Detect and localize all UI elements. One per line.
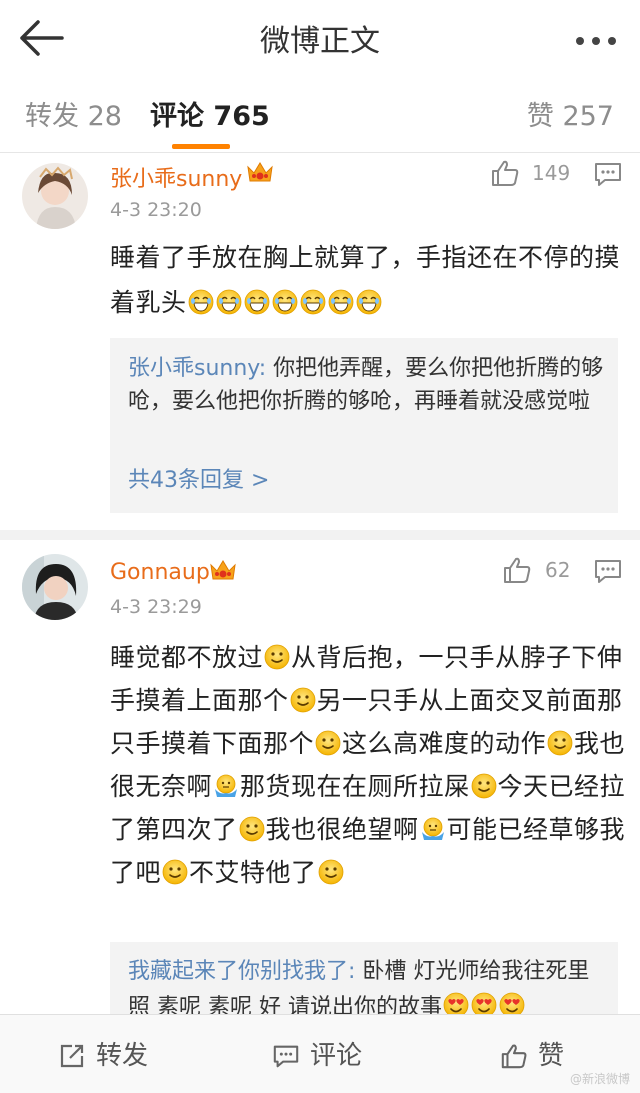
- laughing-emoji-icon: [356, 284, 382, 315]
- comment-time: 4-3 23:29: [110, 596, 202, 618]
- thumbs-up-icon[interactable]: [490, 159, 520, 187]
- comment-body-part: 我也很绝望啊: [265, 815, 419, 844]
- laughing-emoji-icon: [328, 284, 354, 315]
- comment-body-part: 那货现在在厕所拉屎: [240, 772, 470, 801]
- tab-repost-count: 28: [87, 101, 122, 132]
- laughing-emoji-icon: [272, 284, 298, 315]
- watermark: @新浪微博: [569, 1072, 630, 1086]
- view-all-replies-link[interactable]: 共43条回复 >: [128, 462, 269, 494]
- smile-emoji-icon: [315, 726, 341, 756]
- comment-label: 评论: [310, 1041, 363, 1071]
- smile-emoji-icon: [318, 855, 344, 885]
- tab-bar: 转发 28 评论 765 赞 257: [0, 74, 640, 153]
- comment-item: 张小乖sunny 4-3 23:20 149 睡着了手放在胸上就算了，手指还在不…: [0, 153, 640, 530]
- reply-comment-icon[interactable]: [593, 558, 623, 584]
- heart-eyes-emoji-icon: [471, 992, 497, 1014]
- shrug-emoji-icon: [420, 812, 446, 840]
- reply-preview-text: 张小乖sunny: 你把他弄醒，要么你把他折腾的够呛，要么他把你折腾的够呛，再睡…: [128, 352, 604, 418]
- tab-repost-label: 转发: [25, 101, 79, 132]
- like-count: 149: [532, 161, 571, 185]
- repost-button[interactable]: 转发: [58, 1035, 148, 1072]
- tab-repost[interactable]: 转发 28: [25, 94, 122, 133]
- tab-comments[interactable]: 评论 765: [150, 94, 270, 133]
- smile-emoji-icon: [471, 769, 497, 799]
- tab-likes-count: 257: [562, 101, 614, 132]
- shrug-emoji-icon: [213, 769, 239, 797]
- laughing-emoji-icon: [216, 284, 242, 315]
- thumbs-up-icon: [501, 1044, 527, 1069]
- divider: [0, 530, 640, 540]
- reply-comment-icon[interactable]: [593, 161, 623, 187]
- smile-emoji-icon: [162, 855, 188, 885]
- reply-author[interactable]: 我藏起来了你别找我了:: [128, 959, 355, 984]
- more-options-icon[interactable]: [576, 30, 620, 45]
- like-button[interactable]: 赞: [500, 1035, 564, 1072]
- smile-emoji-icon: [264, 640, 290, 670]
- comment-icon: [273, 1045, 299, 1068]
- comment-body-part: 睡觉都不放过: [110, 643, 264, 672]
- tab-comments-count: 765: [213, 101, 270, 132]
- comment-username[interactable]: Gonnaup: [110, 560, 210, 585]
- heart-eyes-emoji-icon: [443, 992, 469, 1014]
- tab-comments-label: 评论: [150, 101, 204, 132]
- page-title: 微博正文: [260, 24, 380, 59]
- laughing-emoji-group: [187, 288, 383, 317]
- vip-crown-icon: [208, 557, 238, 583]
- comment-username[interactable]: 张小乖sunny: [110, 161, 242, 193]
- reply-preview-box[interactable]: 张小乖sunny: 你把他弄醒，要么你把他折腾的够呛，要么他把你折腾的够呛，再睡…: [110, 338, 618, 513]
- repost-label: 转发: [96, 1041, 149, 1071]
- comment-body-part: 不艾特他了: [189, 858, 317, 887]
- laughing-emoji-icon: [300, 284, 326, 315]
- reply-preview-box[interactable]: 我藏起来了你别找我了: 卧槽 灯光师给我往死里照 素呢 素呢 好 请说出你的故事: [110, 942, 618, 1014]
- bottom-action-bar: 转发 评论 赞 @新浪微博: [0, 1014, 640, 1093]
- laughing-emoji-icon: [188, 284, 214, 315]
- laughing-emoji-icon: [244, 284, 270, 315]
- comment-button[interactable]: 评论: [272, 1035, 362, 1072]
- reply-preview-text: 我藏起来了你别找我了: 卧槽 灯光师给我往死里照 素呢 素呢 好 请说出你的故事: [128, 954, 604, 1014]
- tab-likes[interactable]: 赞 257: [527, 94, 614, 133]
- share-icon: [60, 1044, 84, 1068]
- like-count: 62: [545, 558, 571, 582]
- smile-emoji-icon: [547, 726, 573, 756]
- avatar[interactable]: [22, 554, 88, 620]
- comment-body-part: 这么高难度的动作: [342, 729, 547, 758]
- top-bar: 微博正文: [0, 0, 640, 75]
- avatar[interactable]: [22, 163, 88, 229]
- heart-eyes-emoji-icon: [499, 992, 525, 1014]
- vip-crown-icon: [245, 159, 275, 185]
- comment-text: 睡觉都不放过 从背后抱，一只手从脖子下伸手摸着上面那个 另一只手从上面交叉前面那只手…: [110, 636, 630, 894]
- smile-emoji-icon: [290, 683, 316, 713]
- thumbs-up-icon[interactable]: [502, 556, 532, 584]
- comment-item: Gonnaup 4-3 23:29 62 睡觉都不放过 从背后抱，一只手从脖子下伸…: [0, 540, 640, 1014]
- tab-likes-label: 赞: [526, 101, 554, 132]
- smile-emoji-icon: [239, 812, 265, 842]
- active-tab-indicator: [172, 144, 230, 149]
- like-label: 赞: [538, 1041, 565, 1071]
- reply-author[interactable]: 张小乖sunny:: [128, 356, 266, 381]
- comment-text: 睡着了手放在胸上就算了，手指还在不停的摸着乳头: [110, 235, 630, 325]
- comment-time: 4-3 23:20: [110, 199, 202, 221]
